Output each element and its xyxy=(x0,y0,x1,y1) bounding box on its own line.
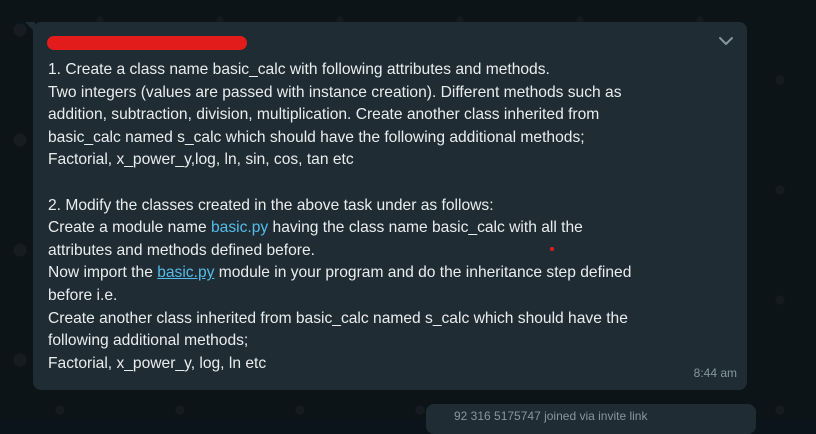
message-bubble[interactable]: 1. Create a class name basic_calc with f… xyxy=(33,22,747,390)
message-line: 2. Modify the classes created in the abo… xyxy=(48,196,494,214)
annotation-dot xyxy=(550,247,554,251)
system-message-text: 92 316 5175747 joined via invite link xyxy=(454,409,648,423)
message-line: Create a module name basic.py having the… xyxy=(48,217,728,240)
chevron-down-icon[interactable] xyxy=(717,32,735,50)
message-line: before i.e. xyxy=(48,286,118,304)
text-segment: module in your program and do the inheri… xyxy=(214,264,632,282)
message-line: Now import the basic.py module in your p… xyxy=(48,262,728,285)
message-line: following additional methods; xyxy=(48,332,249,350)
message-line: 1. Create a class name basic_calc with f… xyxy=(48,61,550,78)
message-line: addition, subtraction, division, multipl… xyxy=(48,106,600,124)
text-segment: having the class name basic_calc with al… xyxy=(268,219,583,237)
message-line: Factorial, x_power_y,log, ln, sin, cos, … xyxy=(48,151,354,169)
message-line: Create another class inherited from basi… xyxy=(48,309,628,327)
message-line: Factorial, x_power_y, log, ln etc xyxy=(48,354,267,372)
basic-py-link[interactable]: basic.py xyxy=(211,219,268,236)
sender-name-redacted xyxy=(47,36,247,50)
message-line: attributes and methods defined before. xyxy=(48,241,316,259)
message-line: Two integers (values are passed with ins… xyxy=(48,83,622,101)
system-message-bubble: 92 316 5175747 joined via invite link xyxy=(426,404,756,434)
basic-py-link[interactable]: basic.py xyxy=(157,264,214,281)
message-text: 1. Create a class name basic_calc with f… xyxy=(48,59,728,375)
message-line: basic_calc named s_calc which should hav… xyxy=(48,128,585,146)
text-segment: Create a module name xyxy=(48,219,211,237)
message-timestamp: 8:44 am xyxy=(693,366,737,380)
text-segment: Now import the xyxy=(48,264,158,282)
